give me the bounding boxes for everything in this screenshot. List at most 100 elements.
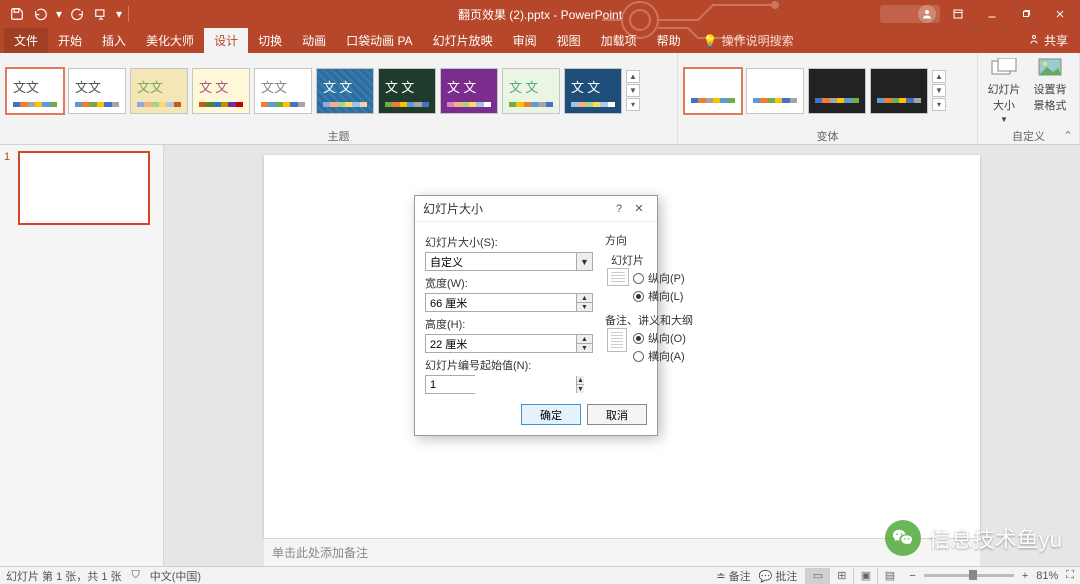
account-button[interactable] (880, 5, 940, 23)
themes-more-icon[interactable] (659, 128, 673, 142)
tab-transitions[interactable]: 切换 (248, 28, 292, 53)
slide-size-value[interactable] (426, 253, 576, 270)
tab-home[interactable]: 开始 (48, 28, 92, 53)
theme-thumbnail[interactable]: 文文 (6, 68, 64, 114)
variant-thumbnail[interactable] (870, 68, 928, 114)
portrait2-radio[interactable] (633, 333, 644, 344)
tell-me-search[interactable]: 💡 操作说明搜索 (691, 28, 794, 53)
width-input[interactable]: ▲▼ (425, 293, 593, 312)
view-buttons: ▭ ⊞ ▣ ▤ (805, 568, 901, 584)
theme-thumbnail[interactable]: 文 文 (564, 68, 622, 114)
chevron-down-icon[interactable]: ▼ (576, 253, 592, 270)
theme-thumbnail[interactable]: 文 文 (192, 68, 250, 114)
group-custom-label: 自定义 (1012, 131, 1045, 143)
gallery-nav-icon[interactable]: ▾ (932, 98, 946, 111)
gallery-nav-icon[interactable]: ▲ (626, 70, 640, 83)
zoom-in-icon[interactable]: + (1022, 570, 1028, 582)
variants-more-icon[interactable] (959, 128, 973, 142)
qat-separator (128, 6, 129, 22)
theme-thumbnail[interactable]: 文文 (68, 68, 126, 114)
height-input[interactable]: ▲▼ (425, 334, 593, 353)
theme-thumbnail[interactable]: 文 文 (502, 68, 560, 114)
slide-thumbnail-item[interactable]: 1 (4, 151, 159, 225)
gallery-nav-icon[interactable]: ▼ (932, 84, 946, 97)
collapse-ribbon-icon[interactable]: ⌃ (1061, 128, 1075, 142)
theme-thumbnail[interactable]: 文文 (254, 68, 312, 114)
undo-dropdown-icon[interactable]: ▾ (54, 3, 64, 25)
theme-thumbnail[interactable]: 文文 (130, 68, 188, 114)
slide-thumbnail-panel[interactable]: 1 (0, 145, 164, 566)
cancel-button[interactable]: 取消 (587, 404, 647, 425)
slide-thumbnail[interactable] (18, 151, 150, 225)
tab-help[interactable]: 帮助 (647, 28, 691, 53)
tab-design[interactable]: 设计 (204, 28, 248, 53)
save-icon[interactable] (6, 3, 28, 25)
normal-view-icon[interactable]: ▭ (805, 568, 829, 584)
spin-up-icon[interactable]: ▲ (577, 294, 592, 303)
tab-review[interactable]: 审阅 (503, 28, 547, 53)
slide-size-dialog: 幻灯片大小 ? ✕ 幻灯片大小(S): ▼ 宽度(W): ▲▼ 高度(H): ▲… (414, 195, 658, 436)
ok-button[interactable]: 确定 (521, 404, 581, 425)
numfrom-value[interactable] (426, 376, 576, 393)
tab-view[interactable]: 视图 (547, 28, 591, 53)
reading-view-icon[interactable]: ▣ (853, 568, 877, 584)
dialog-help-icon[interactable]: ? (609, 203, 629, 215)
tab-addins[interactable]: 加载项 (591, 28, 647, 53)
format-background-button[interactable]: 设置背景格式 (1030, 57, 1070, 113)
slide-size-label: 幻灯片大小 (984, 81, 1024, 113)
comments-toggle[interactable]: 💬 批注 (759, 568, 798, 584)
slide-size-combo[interactable]: ▼ (425, 252, 593, 271)
restore-icon[interactable] (1010, 3, 1042, 25)
tab-slideshow[interactable]: 幻灯片放映 (423, 28, 503, 53)
tab-beautify[interactable]: 美化大师 (136, 28, 204, 53)
gallery-nav-icon[interactable]: ▼ (626, 84, 640, 97)
theme-thumbnail[interactable]: 文 文 (378, 68, 436, 114)
tab-pocket-anim[interactable]: 口袋动画 PA (336, 28, 422, 53)
zoom-label[interactable]: 81% (1036, 570, 1058, 582)
sorter-view-icon[interactable]: ⊞ (829, 568, 853, 584)
redo-icon[interactable] (66, 3, 88, 25)
slideshow-view-icon[interactable]: ▤ (877, 568, 901, 584)
share-button[interactable]: 共享 (1016, 28, 1080, 53)
ribbon-display-options-icon[interactable] (942, 3, 974, 25)
gallery-nav-icon[interactable]: ▲ (932, 70, 946, 83)
zoom-out-icon[interactable]: − (909, 570, 915, 582)
tab-file[interactable]: 文件 (4, 28, 48, 53)
language-label[interactable]: 中文(中国) (150, 568, 201, 584)
undo-icon[interactable] (30, 3, 52, 25)
spin-down-icon[interactable]: ▼ (577, 344, 592, 352)
start-from-beginning-icon[interactable] (90, 3, 112, 25)
landscape-radio[interactable] (633, 291, 644, 302)
variant-thumbnail[interactable] (746, 68, 804, 114)
variant-thumbnail[interactable] (808, 68, 866, 114)
tab-animations[interactable]: 动画 (292, 28, 336, 53)
theme-thumbnail[interactable]: 文 文 (440, 68, 498, 114)
qat-customize-icon[interactable]: ▾ (114, 3, 124, 25)
spin-up-icon[interactable]: ▲ (577, 335, 592, 344)
zoom-slider[interactable] (924, 574, 1014, 577)
dialog-title-bar[interactable]: 幻灯片大小 ? ✕ (415, 196, 657, 222)
spin-up-icon[interactable]: ▲ (577, 376, 584, 385)
fit-to-window-icon[interactable]: ⛶ (1066, 569, 1074, 582)
spin-down-icon[interactable]: ▼ (577, 303, 592, 311)
width-value[interactable] (426, 294, 576, 311)
numfrom-input[interactable]: ▲▼ (425, 375, 475, 394)
lightbulb-icon: 💡 (703, 34, 718, 48)
notes-toggle[interactable]: ≐ 备注 (716, 568, 750, 584)
minimize-icon[interactable] (976, 3, 1008, 25)
group-themes-label: 主题 (328, 131, 350, 143)
gallery-nav-icon[interactable]: ▾ (626, 98, 640, 111)
accessibility-icon[interactable]: ⛉ (132, 569, 140, 582)
slide-size-button[interactable]: 幻灯片大小 ▼ (984, 57, 1024, 124)
notes-pane[interactable]: 单击此处添加备注 (264, 538, 980, 566)
landscape2-radio[interactable] (633, 351, 644, 362)
tab-insert[interactable]: 插入 (92, 28, 136, 53)
theme-thumbnail[interactable]: 文 文 (316, 68, 374, 114)
dialog-close-icon[interactable]: ✕ (629, 202, 649, 215)
notes-placeholder: 单击此处添加备注 (272, 544, 368, 561)
spin-down-icon[interactable]: ▼ (577, 385, 584, 393)
close-icon[interactable] (1044, 3, 1076, 25)
variant-thumbnail[interactable] (684, 68, 742, 114)
portrait-radio[interactable] (633, 273, 644, 284)
height-value[interactable] (426, 335, 576, 352)
